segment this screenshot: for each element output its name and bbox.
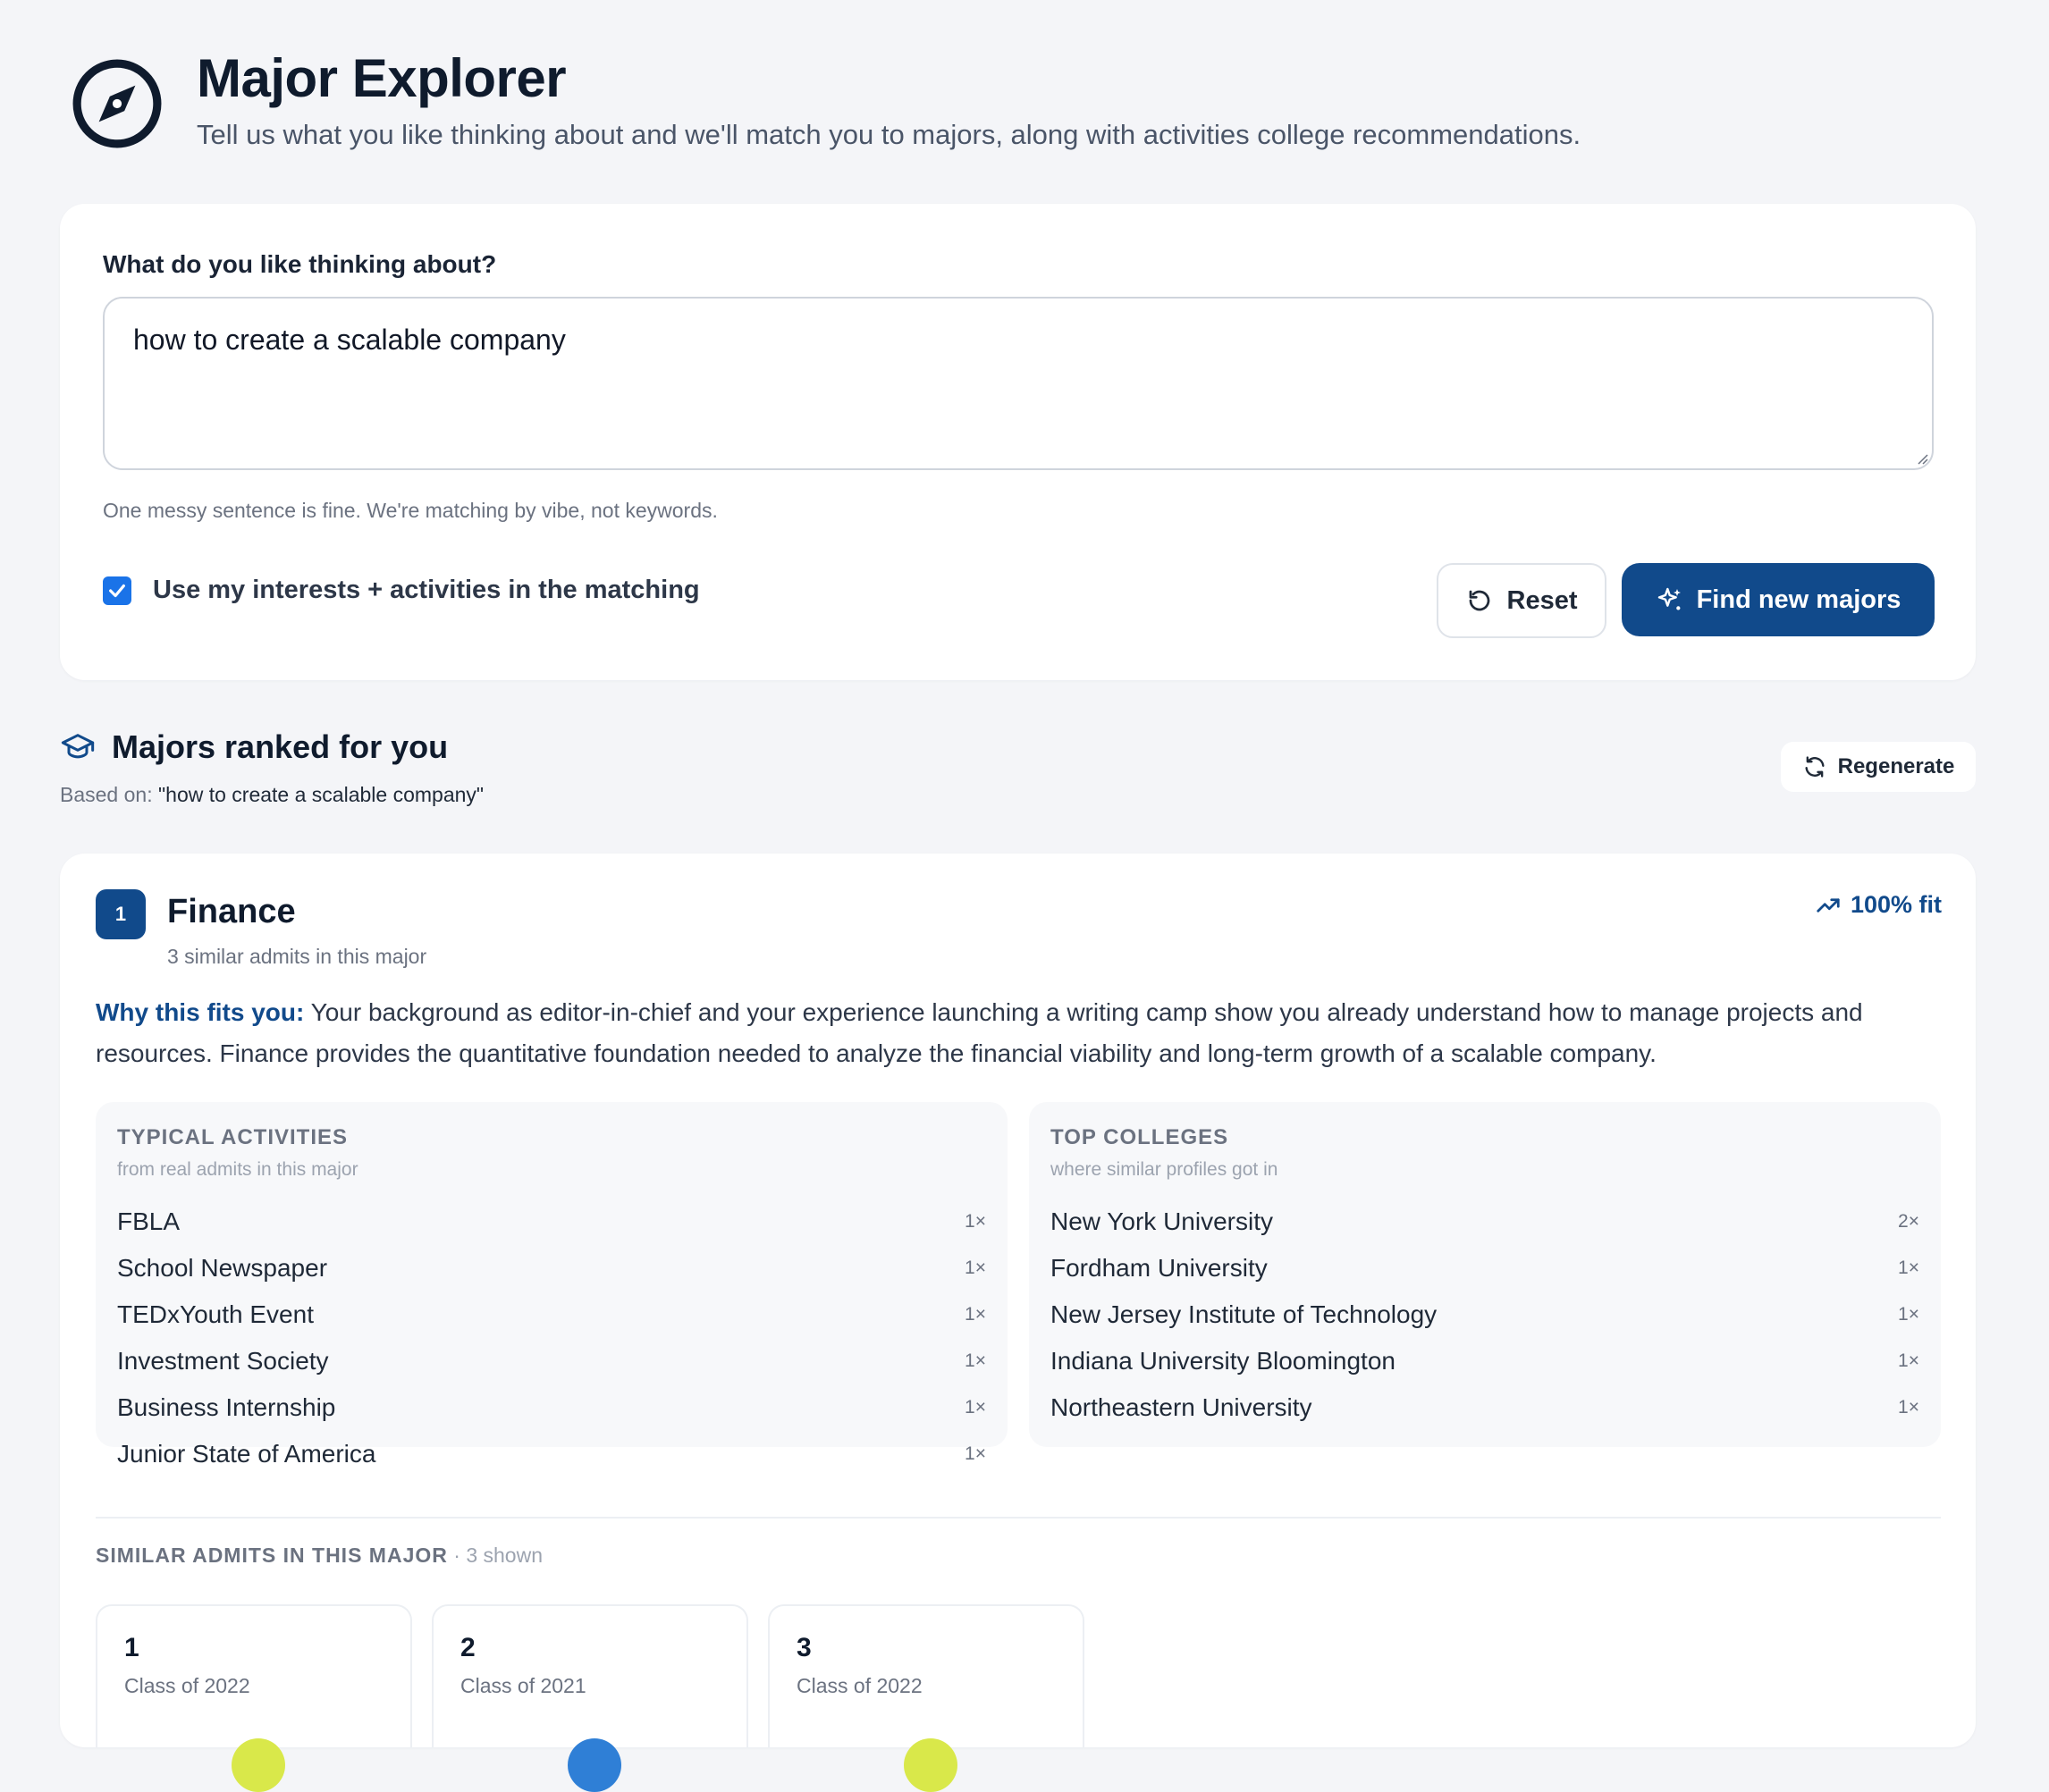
- activity-row: Junior State of America 1×: [117, 1431, 986, 1477]
- why-fits-label: Why this fits you:: [96, 998, 305, 1026]
- activity-count: 1×: [965, 1443, 986, 1464]
- rank-badge: 1: [96, 889, 146, 939]
- activities-subtitle: from real admits in this major: [117, 1159, 358, 1180]
- college-count: 1×: [1898, 1350, 1919, 1371]
- college-row: Northeastern University 1×: [1050, 1384, 1919, 1431]
- activity-count: 1×: [965, 1304, 986, 1325]
- activity-row: TEDxYouth Event 1×: [117, 1291, 986, 1338]
- college-row: New Jersey Institute of Technology 1×: [1050, 1291, 1919, 1338]
- results-title: Majors ranked for you: [112, 728, 449, 765]
- major-admits-count: 3 similar admits in this major: [167, 945, 427, 968]
- college-count: 1×: [1898, 1258, 1919, 1278]
- find-majors-label: Find new majors: [1696, 585, 1901, 614]
- admit-avatar: [232, 1738, 285, 1792]
- sparkle-icon: [1657, 587, 1681, 610]
- college-count: 1×: [1898, 1304, 1919, 1325]
- college-row: New York University 2×: [1050, 1199, 1919, 1245]
- colleges-title: TOP COLLEGES: [1050, 1125, 1229, 1149]
- colleges-list: New York University 2× Fordham University 1…: [1050, 1199, 1919, 1431]
- checkmark-icon: [109, 584, 125, 597]
- divider: [96, 1517, 1941, 1519]
- resize-grip-icon[interactable]: [1916, 452, 1928, 465]
- activities-title: TYPICAL ACTIVITIES: [117, 1125, 349, 1149]
- page-header: Major Explorer Tell us what you like thi…: [72, 49, 1581, 151]
- activity-name: Junior State of America: [117, 1440, 376, 1468]
- based-on-query: "how to create a scalable company": [157, 783, 485, 806]
- activity-name: TEDxYouth Event: [117, 1300, 314, 1328]
- major-card: 1 Finance 3 similar admits in this major…: [60, 854, 1976, 1792]
- college-count: 2×: [1898, 1211, 1919, 1232]
- activity-count: 1×: [965, 1350, 986, 1371]
- admit-class-year: Class of 2021: [460, 1674, 586, 1697]
- admit-card[interactable]: 2 Class of 2021: [432, 1604, 748, 1792]
- page-subtitle: Tell us what you like thinking about and…: [197, 119, 1581, 150]
- use-interests-toggle[interactable]: Use my interests + activities in the mat…: [103, 576, 700, 605]
- reset-button-label: Reset: [1506, 585, 1578, 615]
- activity-count: 1×: [965, 1258, 986, 1278]
- activity-row: Investment Society 1×: [117, 1338, 986, 1384]
- activity-count: 1×: [965, 1397, 986, 1418]
- typical-activities-panel: TYPICAL ACTIVITIES from real admits in t…: [96, 1102, 1008, 1468]
- refresh-icon: [1805, 756, 1825, 778]
- activity-name: Investment Society: [117, 1347, 329, 1375]
- college-name: Fordham University: [1050, 1254, 1268, 1282]
- interest-input-card: What do you like thinking about? how to …: [60, 204, 1976, 680]
- admit-card[interactable]: 1 Class of 2022: [96, 1604, 412, 1792]
- activities-list: FBLA 1× School Newspaper 1× TEDxYouth Event 1…: [117, 1199, 986, 1477]
- similar-admits-shown: · 3 shown: [447, 1544, 543, 1567]
- reset-icon: [1469, 590, 1489, 611]
- college-count: 1×: [1898, 1397, 1919, 1418]
- fit-score: 100% fit: [1815, 891, 1942, 919]
- similar-admits-label: SIMILAR ADMITS IN THIS MAJOR: [96, 1544, 448, 1567]
- college-name: Indiana University Bloomington: [1050, 1347, 1396, 1375]
- why-fits-text: Why this fits you: Your background as ed…: [96, 992, 1937, 1074]
- based-on-text: Based on: "how to create a scalable comp…: [60, 783, 484, 807]
- based-on-label: Based on:: [60, 783, 153, 806]
- activity-count: 1×: [965, 1211, 986, 1232]
- similar-admits-heading: SIMILAR ADMITS IN THIS MAJOR · 3 shown: [96, 1544, 543, 1568]
- top-colleges-panel: TOP COLLEGES where similar profiles got …: [1029, 1102, 1941, 1447]
- admit-avatar: [904, 1738, 957, 1792]
- use-interests-label[interactable]: Use my interests + activities in the mat…: [153, 576, 700, 605]
- activity-name: FBLA: [117, 1207, 181, 1235]
- activity-row: FBLA 1×: [117, 1199, 986, 1245]
- admit-avatar: [568, 1738, 621, 1792]
- graduation-cap-icon: [61, 734, 95, 759]
- colleges-subtitle: where similar profiles got in: [1050, 1159, 1278, 1180]
- college-row: Fordham University 1×: [1050, 1245, 1919, 1291]
- fit-score-value: 100% fit: [1850, 891, 1942, 918]
- trending-up-icon: [1817, 897, 1840, 913]
- use-interests-checkbox[interactable]: [103, 576, 131, 605]
- college-name: New Jersey Institute of Technology: [1050, 1300, 1438, 1328]
- admit-class-year: Class of 2022: [797, 1674, 923, 1697]
- regenerate-button[interactable]: Regenerate: [1781, 742, 1976, 792]
- page-title: Major Explorer: [197, 48, 567, 108]
- interest-question-label: What do you like thinking about?: [103, 250, 497, 278]
- activity-name: School Newspaper: [117, 1254, 328, 1282]
- admit-card[interactable]: 3 Class of 2022: [768, 1604, 1084, 1792]
- activity-row: Business Internship 1×: [117, 1384, 986, 1431]
- find-majors-button[interactable]: Find new majors: [1622, 563, 1935, 636]
- activity-name: Business Internship: [117, 1393, 336, 1421]
- admit-class-year: Class of 2022: [124, 1674, 250, 1697]
- college-row: Indiana University Bloomington 1×: [1050, 1338, 1919, 1384]
- regenerate-label: Regenerate: [1837, 754, 1955, 778]
- reset-button[interactable]: Reset: [1437, 563, 1606, 638]
- why-fits-body: Your background as editor-in-chief and y…: [96, 998, 1863, 1067]
- results-heading: Majors ranked for you: [60, 728, 448, 766]
- college-name: New York University: [1050, 1207, 1273, 1235]
- input-hint: One messy sentence is fine. We're matchi…: [103, 499, 718, 522]
- admit-number: 1: [124, 1633, 139, 1662]
- major-name: Finance: [167, 893, 296, 930]
- admit-number: 3: [797, 1633, 812, 1662]
- compass-icon: [72, 59, 162, 148]
- college-name: Northeastern University: [1050, 1393, 1312, 1421]
- activity-row: School Newspaper 1×: [117, 1245, 986, 1291]
- interest-textarea[interactable]: how to create a scalable company: [103, 297, 1934, 470]
- admit-number: 2: [460, 1633, 476, 1662]
